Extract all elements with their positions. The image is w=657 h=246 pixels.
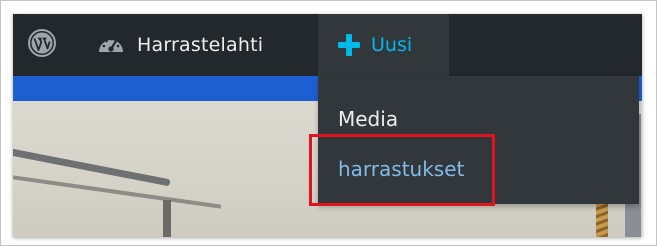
menu-item-label: Media: [338, 107, 399, 131]
wordpress-logo-icon[interactable]: [28, 29, 56, 57]
site-name-menu[interactable]: Harrastelahti: [97, 14, 263, 76]
admin-bar: Harrastelahti Uusi: [13, 14, 642, 76]
screenshot-frame: Harrastelahti Uusi Media harrastukset: [0, 0, 657, 246]
screen: Harrastelahti Uusi Media harrastukset: [13, 14, 642, 237]
new-content-menu[interactable]: Uusi: [318, 14, 449, 76]
new-content-dropdown: Media harrastukset: [318, 76, 639, 204]
new-content-label: Uusi: [371, 34, 413, 56]
menu-item-label: harrastukset: [338, 157, 465, 181]
plus-icon: [338, 34, 360, 56]
menu-item-media[interactable]: Media: [318, 99, 639, 139]
dashboard-gauge-icon: [99, 37, 123, 52]
background-post: [163, 200, 171, 237]
menu-item-harrastukset[interactable]: harrastukset: [318, 149, 639, 189]
site-name-label: Harrastelahti: [137, 34, 264, 56]
